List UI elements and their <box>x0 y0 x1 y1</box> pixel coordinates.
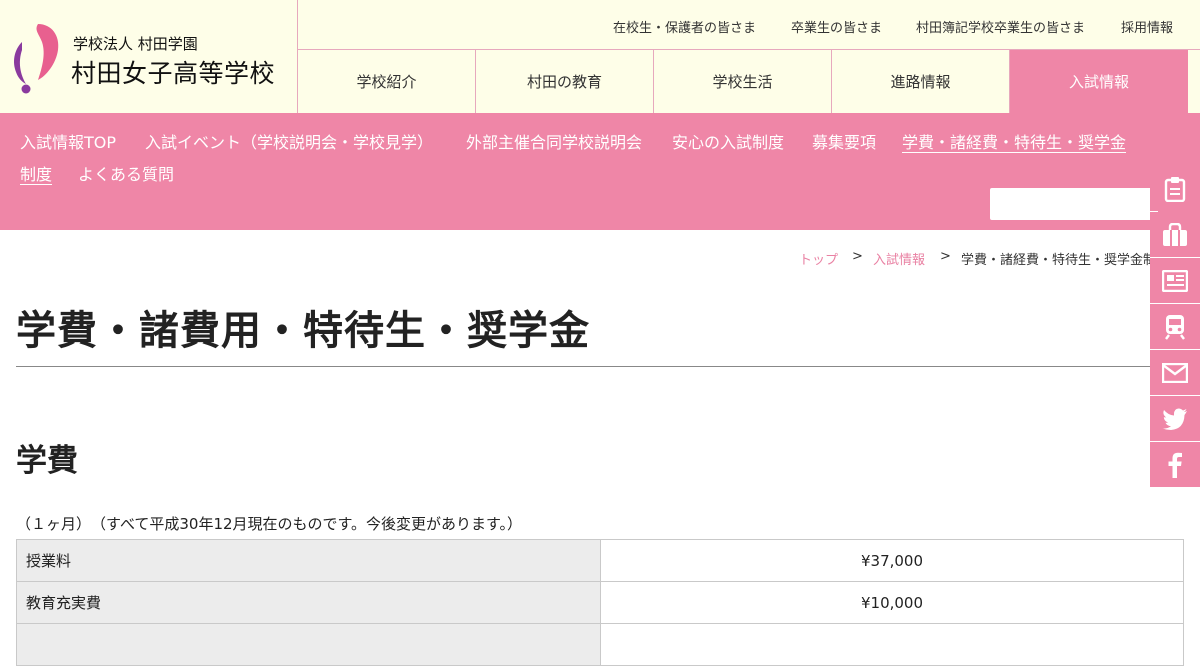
link-students-parents[interactable]: 在校生・保護者の皆さま <box>613 17 756 36</box>
breadcrumb-separator: > <box>940 249 951 264</box>
subnav-fees[interactable]: 学費・諸経費・特待生・奨学金 <box>902 129 1126 153</box>
fee-value: ¥10,000 <box>600 581 1184 624</box>
fee-table: 授業料 ¥37,000 教育充実費 ¥10,000 <box>16 539 1184 666</box>
breadcrumb-home[interactable]: トップ <box>799 249 838 268</box>
subnav-exam-system[interactable]: 安心の入試制度 <box>672 129 784 153</box>
bag-icon <box>1163 222 1187 246</box>
main-nav: 学校紹介 村田の教育 学校生活 進路情報 入試情報 <box>298 50 1190 113</box>
fee-label: 授業料 <box>16 539 601 582</box>
link-graduates[interactable]: 卒業生の皆さま <box>791 17 882 36</box>
fee-value: ¥37,000 <box>600 539 1184 582</box>
logo-title: 村田女子高等学校 <box>71 59 276 88</box>
side-btn-news[interactable] <box>1150 258 1200 303</box>
nav-career[interactable]: 進路情報 <box>832 50 1010 113</box>
breadcrumb-admissions[interactable]: 入試情報 <box>873 249 925 268</box>
subnav-faq[interactable]: よくある質問 <box>78 161 174 185</box>
utility-nav: 在校生・保護者の皆さま 卒業生の皆さま 村田簿記学校卒業生の皆さま 採用情報 <box>298 0 1200 50</box>
side-btn-contact[interactable] <box>1150 350 1200 395</box>
nav-school-intro[interactable]: 学校紹介 <box>298 50 476 113</box>
logo-mark-icon <box>14 24 59 94</box>
subnav-admissions-top[interactable]: 入試情報TOP <box>20 129 116 153</box>
title-divider <box>16 366 1150 367</box>
nav-school-life[interactable]: 学校生活 <box>654 50 832 113</box>
fee-label: 教育充実費 <box>16 581 601 624</box>
table-row: 授業料 ¥37,000 <box>16 539 1184 582</box>
mail-icon <box>1162 362 1188 383</box>
logo-subtitle: 学校法人 村田学園 <box>73 35 198 53</box>
link-boki-graduates[interactable]: 村田簿記学校卒業生の皆さま <box>916 17 1085 36</box>
side-btn-clipboard[interactable] <box>1150 166 1200 211</box>
table-row: 教育充実費 ¥10,000 <box>16 581 1184 624</box>
site-header: 学校法人 村田学園 村田女子高等学校 在校生・保護者の皆さま 卒業生の皆さま 村… <box>0 0 1200 113</box>
subnav-joint-sessions[interactable]: 外部主催合同学校説明会 <box>466 129 642 153</box>
facebook-icon <box>1168 452 1182 478</box>
page-title: 学費・諸費用・特待生・奨学金 <box>16 308 590 354</box>
train-icon <box>1165 314 1185 340</box>
breadcrumb-current: 学費・諸経費・特待生・奨学金制度 <box>961 253 1150 268</box>
nav-admissions[interactable]: 入試情報 <box>1010 50 1188 113</box>
newspaper-icon <box>1162 269 1188 292</box>
subnav-fees-cont[interactable]: 制度 <box>20 161 52 185</box>
side-btn-bag[interactable] <box>1150 212 1200 257</box>
side-quick-links <box>1150 166 1200 488</box>
section-title-tuition: 学費 <box>16 443 78 479</box>
side-btn-twitter[interactable] <box>1150 396 1200 441</box>
side-btn-facebook[interactable] <box>1150 442 1200 487</box>
clipboard-icon <box>1164 176 1186 202</box>
sub-nav: 入試情報TOP 入試イベント（学校説明会・学校見学） 外部主催合同学校説明会 安… <box>0 113 1200 230</box>
site-logo[interactable]: 学校法人 村田学園 村田女子高等学校 <box>0 0 298 113</box>
side-btn-access[interactable] <box>1150 304 1200 349</box>
link-recruitment[interactable]: 採用情報 <box>1121 17 1173 36</box>
subnav-guidelines[interactable]: 募集要項 <box>812 129 876 153</box>
twitter-icon <box>1162 408 1187 430</box>
subnav-events[interactable]: 入試イベント（学校説明会・学校見学） <box>145 129 433 153</box>
breadcrumb-separator: > <box>852 249 863 264</box>
nav-education[interactable]: 村田の教育 <box>476 50 654 113</box>
search-input[interactable] <box>990 188 1158 220</box>
fee-note: （１ヶ月） （すべて平成30年12月現在のものです。今後変更があります。） <box>16 515 523 533</box>
